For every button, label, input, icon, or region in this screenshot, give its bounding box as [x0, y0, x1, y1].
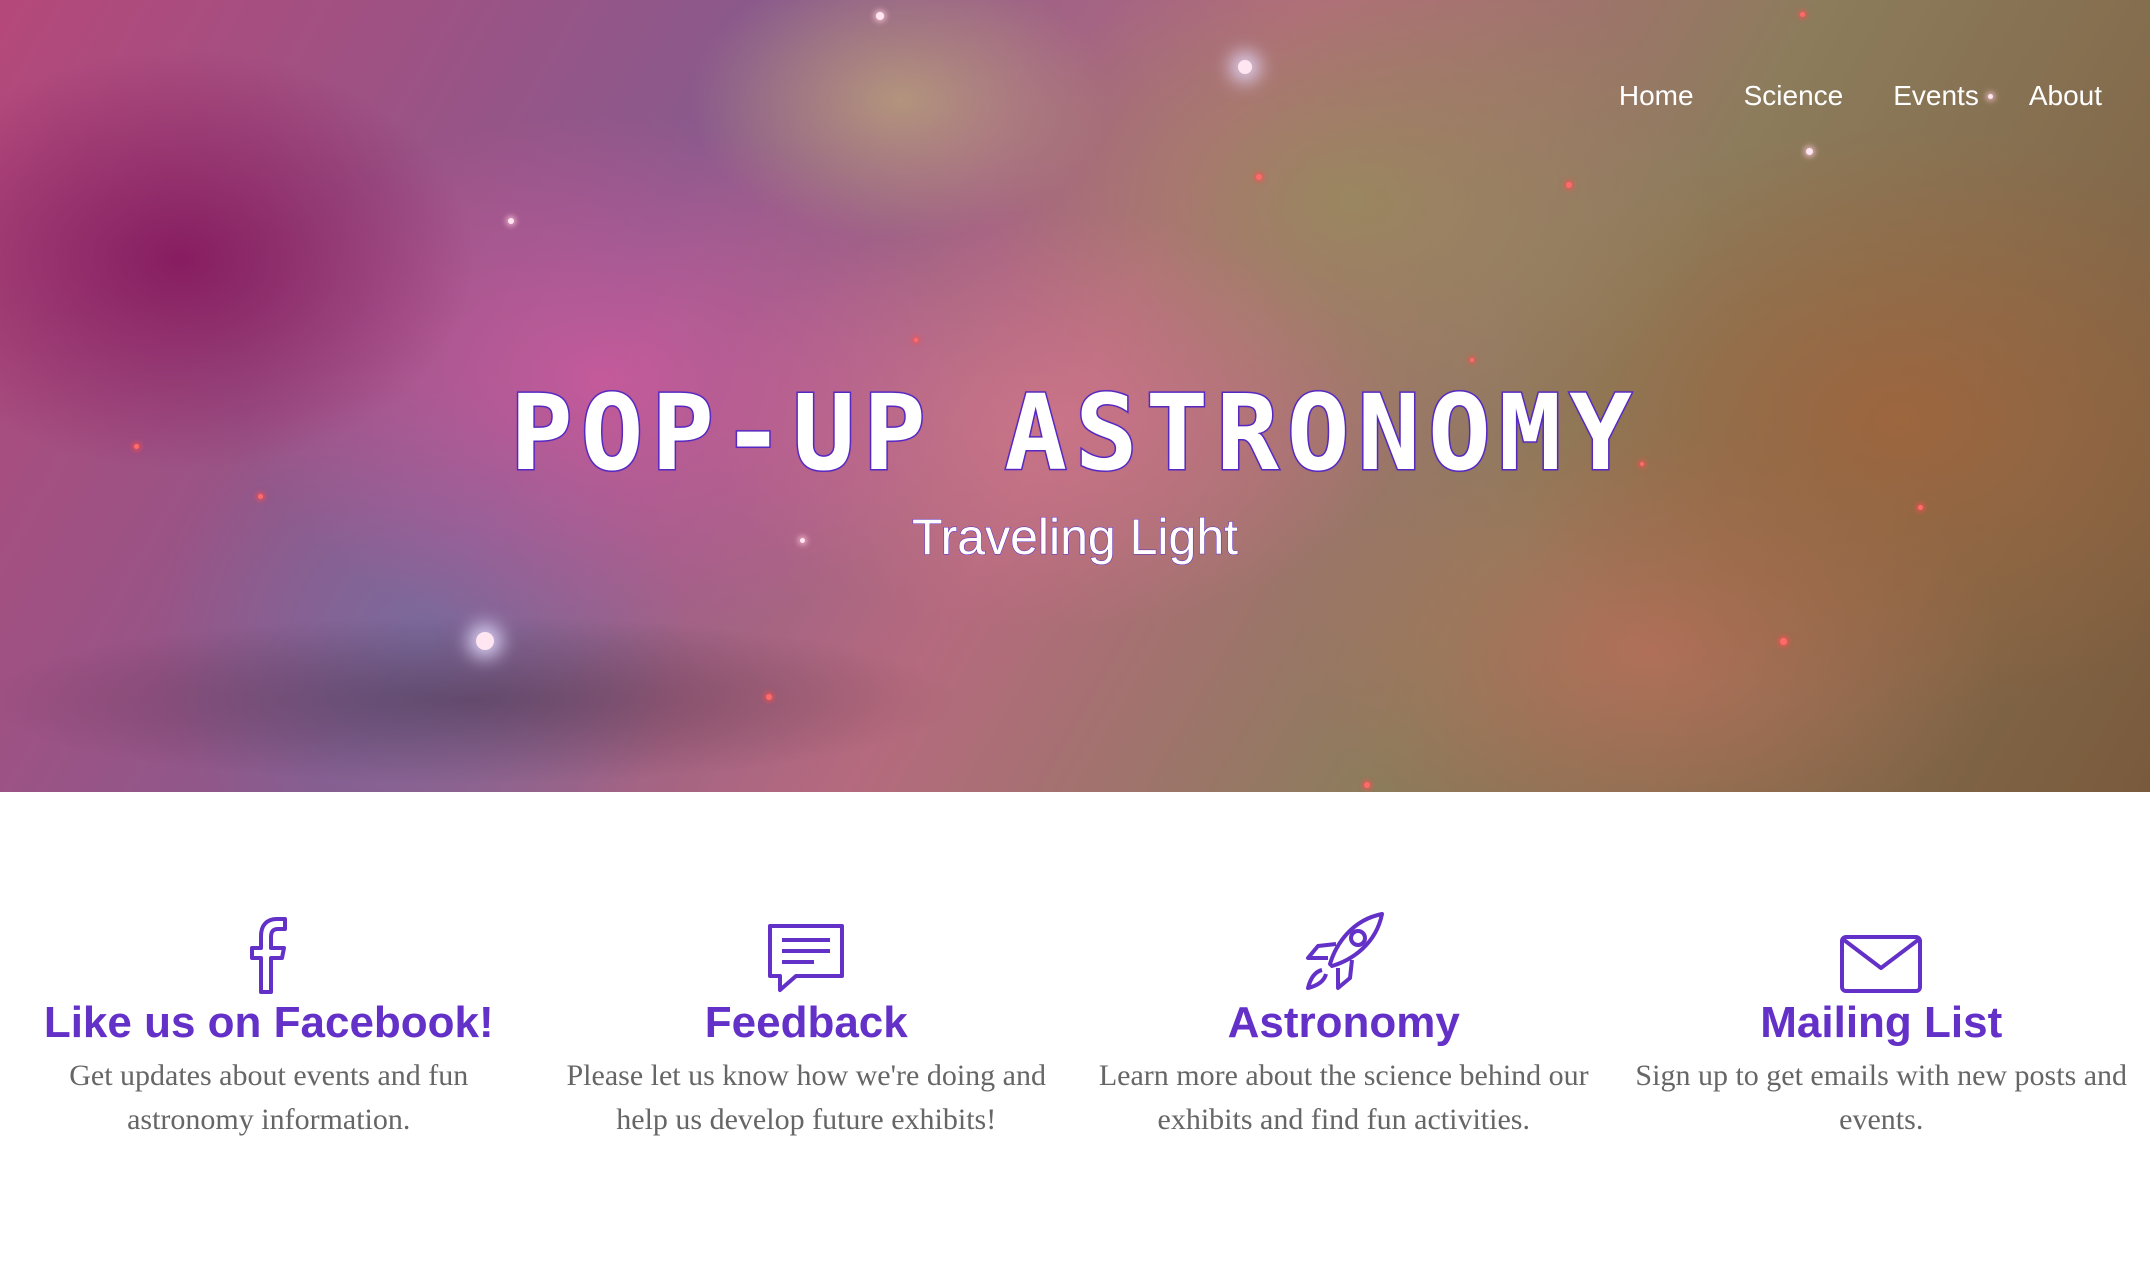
feature-title[interactable]: Mailing List	[1631, 998, 2131, 1048]
star	[1566, 182, 1572, 188]
feature-description: Please let us know how we're doing and h…	[566, 1059, 1046, 1136]
feature-feedback: Feedback Please let us know how we're do…	[556, 792, 1056, 1268]
star	[258, 494, 263, 499]
features-section: Like us on Facebook! Get updates about e…	[0, 792, 2150, 1268]
feature-description: Learn more about the science behind our …	[1098, 1059, 1589, 1136]
feature-title[interactable]: Astronomy	[1094, 998, 1594, 1048]
feature-title[interactable]: Feedback	[556, 998, 1056, 1048]
star	[914, 338, 918, 342]
star	[1780, 638, 1787, 645]
site-title: POP-UP ASTRONOMY	[509, 371, 1640, 496]
feature-title[interactable]: Like us on Facebook!	[19, 998, 519, 1048]
feature-facebook: Like us on Facebook! Get updates about e…	[19, 792, 519, 1268]
site-subtitle: Traveling Light	[911, 509, 1239, 566]
star	[876, 12, 884, 20]
star	[1800, 12, 1805, 17]
facebook-icon[interactable]	[247, 916, 291, 994]
star	[1806, 148, 1813, 155]
hero-banner: Home Science Events About POP-UP ASTRONO…	[0, 0, 2150, 792]
star	[1364, 782, 1370, 788]
comment-icon[interactable]	[764, 922, 848, 994]
envelope-icon[interactable]	[1839, 934, 1923, 994]
nav-about[interactable]: About	[2029, 80, 2102, 112]
star	[766, 694, 772, 700]
star	[1256, 174, 1262, 180]
feature-description: Sign up to get emails with new posts and…	[1635, 1059, 2128, 1136]
main-nav: Home Science Events About	[1619, 80, 2102, 112]
star	[476, 632, 494, 650]
star	[1470, 358, 1474, 362]
feature-astronomy: Astronomy Learn more about the science b…	[1094, 792, 1594, 1268]
feature-mailing-list: Mailing List Sign up to get emails with …	[1631, 792, 2131, 1268]
nav-science[interactable]: Science	[1744, 80, 1844, 112]
star	[1238, 60, 1252, 74]
rocket-icon[interactable]	[1302, 910, 1386, 994]
feature-description: Get updates about events and fun astrono…	[69, 1059, 469, 1136]
star	[508, 218, 514, 224]
nav-home[interactable]: Home	[1619, 80, 1694, 112]
nav-events[interactable]: Events	[1893, 80, 1979, 112]
